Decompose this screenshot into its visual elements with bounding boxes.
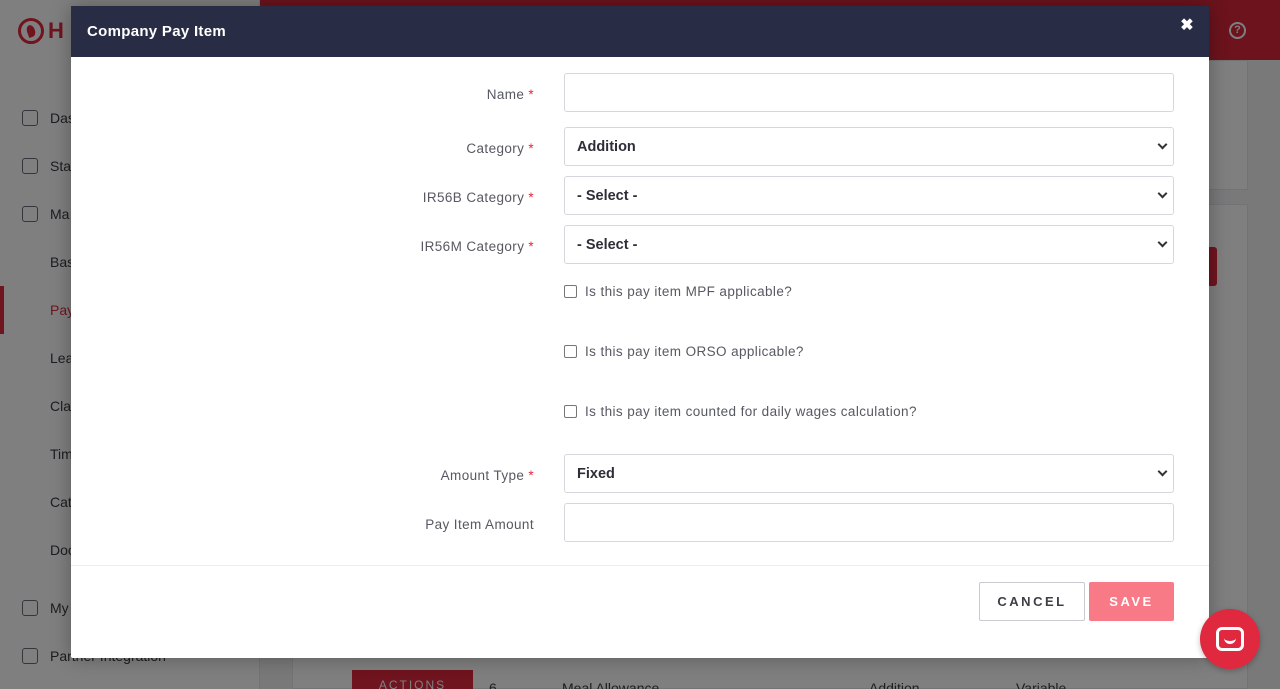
pay-item-amount-label-text: Pay Item Amount bbox=[425, 517, 534, 532]
ir56m-label-text: IR56M Category bbox=[420, 239, 525, 254]
required-marker: * bbox=[528, 468, 534, 483]
chevron-down-icon bbox=[1157, 188, 1168, 199]
modal-header: Company Pay Item ✖ bbox=[71, 6, 1209, 57]
orso-applicable-label: Is this pay item ORSO applicable? bbox=[585, 344, 804, 359]
modal-footer: CANCEL SAVE bbox=[71, 565, 1209, 658]
chevron-down-icon bbox=[1157, 237, 1168, 248]
daily-wages-checkbox[interactable] bbox=[564, 405, 577, 418]
amount-type-select[interactable]: Fixed bbox=[564, 454, 1174, 493]
pay-item-amount-label: Pay Item Amount bbox=[425, 517, 534, 532]
ir56m-selected-value: - Select - bbox=[577, 236, 638, 253]
ir56m-category-label: IR56M Category * bbox=[420, 239, 534, 254]
ir56b-selected-value: - Select - bbox=[577, 187, 638, 204]
daily-wages-label: Is this pay item counted for daily wages… bbox=[585, 404, 917, 419]
mpf-applicable-option[interactable]: Is this pay item MPF applicable? bbox=[564, 284, 792, 299]
amount-type-label-text: Amount Type bbox=[440, 468, 525, 483]
required-marker: * bbox=[528, 190, 534, 205]
ir56m-category-select[interactable]: - Select - bbox=[564, 225, 1174, 264]
required-marker: * bbox=[528, 141, 534, 156]
chat-icon bbox=[1216, 627, 1244, 651]
required-marker: * bbox=[528, 87, 534, 102]
required-marker: * bbox=[528, 239, 534, 254]
category-label: Category * bbox=[466, 141, 534, 156]
chevron-down-icon bbox=[1157, 466, 1168, 477]
chat-launcher-button[interactable] bbox=[1200, 609, 1260, 669]
ir56b-category-label: IR56B Category * bbox=[423, 190, 534, 205]
orso-applicable-checkbox[interactable] bbox=[564, 345, 577, 358]
cancel-button[interactable]: CANCEL bbox=[979, 582, 1085, 621]
orso-applicable-option[interactable]: Is this pay item ORSO applicable? bbox=[564, 344, 804, 359]
pay-item-amount-input[interactable] bbox=[564, 503, 1174, 542]
amount-type-label: Amount Type * bbox=[441, 468, 534, 483]
modal-title: Company Pay Item bbox=[87, 23, 227, 40]
mpf-applicable-checkbox[interactable] bbox=[564, 285, 577, 298]
name-label-text: Name bbox=[486, 87, 525, 102]
category-selected-value: Addition bbox=[577, 138, 636, 155]
save-button[interactable]: SAVE bbox=[1089, 582, 1174, 621]
category-label-text: Category bbox=[466, 141, 525, 156]
amount-type-selected-value: Fixed bbox=[577, 465, 615, 482]
name-input[interactable] bbox=[564, 73, 1174, 112]
company-pay-item-modal: Company Pay Item ✖ Name * Category * Addit… bbox=[71, 6, 1209, 658]
close-icon[interactable]: ✖ bbox=[1179, 18, 1195, 34]
ir56b-category-select[interactable]: - Select - bbox=[564, 176, 1174, 215]
chevron-down-icon bbox=[1157, 139, 1168, 150]
category-select[interactable]: Addition bbox=[564, 127, 1174, 166]
daily-wages-option[interactable]: Is this pay item counted for daily wages… bbox=[564, 404, 917, 419]
ir56b-label-text: IR56B Category bbox=[422, 190, 525, 205]
mpf-applicable-label: Is this pay item MPF applicable? bbox=[585, 284, 793, 299]
name-label: Name * bbox=[487, 87, 534, 102]
